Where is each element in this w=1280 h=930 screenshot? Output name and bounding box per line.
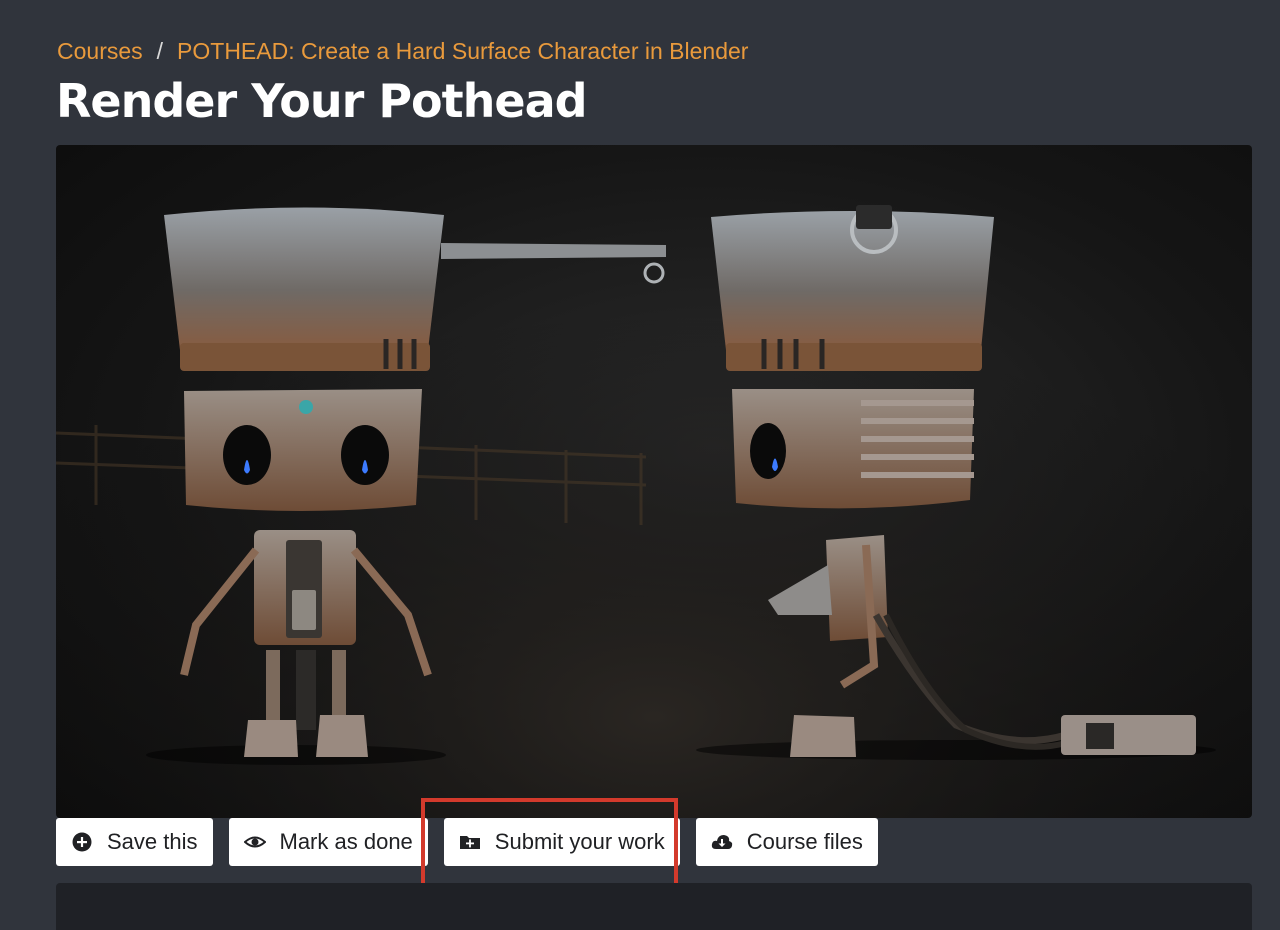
save-this-label: Save this — [107, 829, 198, 854]
submit-your-work-label: Submit your work — [494, 829, 665, 854]
eye-icon — [243, 831, 266, 853]
course-files-label: Course files — [746, 829, 863, 854]
submit-your-work-button[interactable]: Submit your work — [443, 818, 680, 866]
breadcrumb-separator: / — [156, 37, 164, 64]
lesson-media[interactable] — [56, 145, 1252, 818]
cloud-download-icon — [711, 831, 733, 853]
content-panel — [56, 883, 1252, 930]
mark-as-done-button[interactable]: Mark as done — [228, 818, 428, 866]
lesson-actions: Save this Mark as done Submit your work … — [56, 818, 878, 866]
folder-plus-icon — [459, 831, 481, 853]
page-title: Render Your Pothead — [56, 74, 588, 128]
breadcrumb-course-link[interactable]: POTHEAD: Create a Hard Surface Character… — [177, 38, 748, 65]
robot-render-illustration — [56, 145, 1252, 818]
course-files-button[interactable]: Course files — [695, 818, 878, 866]
mark-as-done-label: Mark as done — [279, 829, 413, 854]
save-this-button[interactable]: Save this — [56, 818, 213, 866]
breadcrumb: Courses / POTHEAD: Create a Hard Surface… — [57, 34, 748, 68]
plus-circle-icon — [71, 831, 93, 853]
breadcrumb-courses-link[interactable]: Courses — [57, 38, 143, 65]
